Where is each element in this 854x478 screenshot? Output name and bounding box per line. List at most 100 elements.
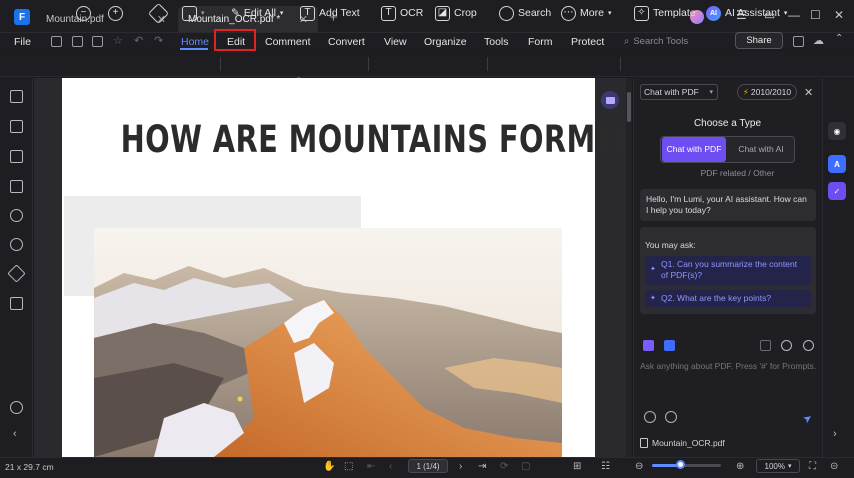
zoom-out-icon[interactable]: ⊖ [635,461,643,472]
prompt-library-icon[interactable] [643,340,654,351]
chat-with-pdf-option[interactable]: Chat with PDF [662,137,726,162]
chevron-up-icon[interactable]: ⌃ [835,33,843,44]
history-icon[interactable] [781,340,792,351]
chat-mode-value: Chat with PDF [644,87,699,97]
menu-protect[interactable]: Protect [571,33,604,50]
sparkle-icon: ✦ [650,266,656,273]
zoom-out-button[interactable]: − [76,4,91,22]
fullscreen-icon[interactable]: ⛶ [809,461,816,472]
zoom-slider-handle[interactable] [675,460,685,469]
translate-icon[interactable]: A [828,155,846,173]
first-page-icon[interactable]: ⇤ [367,461,375,472]
highlight-button[interactable] [147,2,170,24]
select-tool-icon[interactable]: ⬚ [344,461,353,472]
search-icon [499,5,514,21]
bookmark-icon[interactable] [10,120,23,133]
document-canvas[interactable]: HOW ARE MOUNTAINS FORMED? [34,78,626,457]
minimize-icon[interactable]: — [788,8,800,22]
hand-tool-icon[interactable]: ✋ [323,461,335,472]
menu-organize[interactable]: Organize [424,33,467,50]
next-page-icon[interactable]: › [459,461,462,472]
comment-icon[interactable] [10,150,23,163]
zoom-in-icon[interactable]: ⊕ [736,461,744,472]
crop-icon: ◪ [435,5,450,21]
suggested-question[interactable]: Q1. Can you summarize the content of PDF… [645,256,811,285]
undo-icon[interactable]: ↶ [134,34,143,47]
help-icon[interactable] [10,401,23,414]
pages-icon[interactable] [10,90,23,103]
scrollbar-thumb[interactable] [627,92,631,122]
chat-icon [605,96,615,104]
drive-icon[interactable] [72,36,83,47]
attached-file[interactable]: Mountain_OCR.pdf [640,438,725,448]
chevron-down-icon: ▾ [201,10,205,17]
signature-icon[interactable] [10,297,23,310]
menu-tools[interactable]: Tools [484,33,509,50]
type-subtitle: PDF related / Other [700,168,775,178]
close-window-icon[interactable]: ✕ [834,8,844,22]
star-icon[interactable]: ☆ [113,34,123,47]
more-button[interactable]: ⋯ More ▾ [561,4,611,22]
page-layout-icon[interactable]: ⊞ [573,461,581,472]
page-number-input[interactable]: 1 (1/4) [408,459,448,473]
template-button[interactable]: ✧ Template [634,4,696,22]
prev-page-icon[interactable]: ‹ [389,461,392,472]
maximize-icon[interactable]: ☐ [810,8,821,22]
shape-button[interactable]: ▾ [182,4,205,22]
chat-with-ai-option[interactable]: Chat with AI [729,137,793,162]
search-button[interactable]: Search [499,4,551,22]
view-mode-icon[interactable]: ☷ [601,461,610,472]
app-logo-icon[interactable]: F [14,9,30,25]
share-button[interactable]: Share [735,32,783,49]
ai-bot-icon[interactable]: ◉ [828,122,846,140]
crop-button[interactable]: ◪ Crop [435,4,477,22]
floating-ai-button[interactable] [601,91,619,109]
ocr-button[interactable]: T OCR [381,4,423,22]
pdf-page[interactable]: HOW ARE MOUNTAINS FORMED? [62,78,626,457]
attachment-icon[interactable] [10,209,23,222]
menu-form[interactable]: Form [528,33,553,50]
layers-list-icon[interactable] [10,180,23,193]
chat-mode-select[interactable]: Chat with PDF ▾ [640,84,718,100]
add-text-label: Add Text [319,7,360,19]
menu-convert[interactable]: Convert [328,33,365,50]
save-icon[interactable] [51,36,62,47]
search-tools-input[interactable]: ⌕ Search Tools [624,34,688,49]
print-icon[interactable] [92,36,103,47]
zoom-in-button[interactable]: + [108,4,123,22]
vertical-scrollbar[interactable] [626,78,632,457]
last-page-icon[interactable]: ⇥ [478,461,486,472]
search-tools-placeholder: Search Tools [633,36,689,47]
copy-icon[interactable] [760,340,771,351]
redo-icon[interactable]: ↷ [154,34,163,47]
credits-badge[interactable]: ⚡ 2010/2010 [737,84,797,100]
menu-view[interactable]: View [384,33,407,50]
attach-icon[interactable] [665,411,677,423]
edit-highlight-box [214,29,256,51]
credits-value: 2010/2010 [750,87,792,97]
toolbar-separator [220,57,221,71]
collapse-panel-icon[interactable]: ⊝ [830,461,838,472]
rotate-icon[interactable]: ⟳ [500,461,508,472]
close-icon[interactable]: ✕ [804,86,813,99]
lightbulb-icon[interactable] [644,411,656,423]
mountain-photo[interactable] [94,228,562,457]
menu-comment[interactable]: Comment [265,33,311,50]
cloud-upload-icon[interactable]: ☁ [813,34,824,47]
fit-icon[interactable]: ▢ [521,461,530,472]
ai-assistant-button[interactable]: AI AI Assistant ▾ [706,4,787,22]
chevron-left-icon[interactable]: ‹ [13,428,17,440]
translate-icon[interactable] [664,340,675,351]
add-text-button[interactable]: T Add Text [300,4,360,22]
menu-file[interactable]: File [14,33,31,50]
document-title[interactable]: HOW ARE MOUNTAINS FORMED? [121,118,626,161]
ask-input[interactable]: Ask anything about PDF. Press '#' for Pr… [640,361,820,371]
edit-all-button[interactable]: ✎ Edit All ▾ [231,4,283,22]
suggested-question[interactable]: Q2. What are the key points? [645,290,811,308]
check-icon[interactable]: ✓ [828,182,846,200]
panel-icon[interactable] [793,36,804,47]
search-icon[interactable] [10,238,23,251]
settings-gear-icon[interactable] [803,340,814,351]
zoom-select[interactable]: 100% ▾ [756,459,800,473]
chevron-right-icon[interactable]: › [833,428,837,440]
